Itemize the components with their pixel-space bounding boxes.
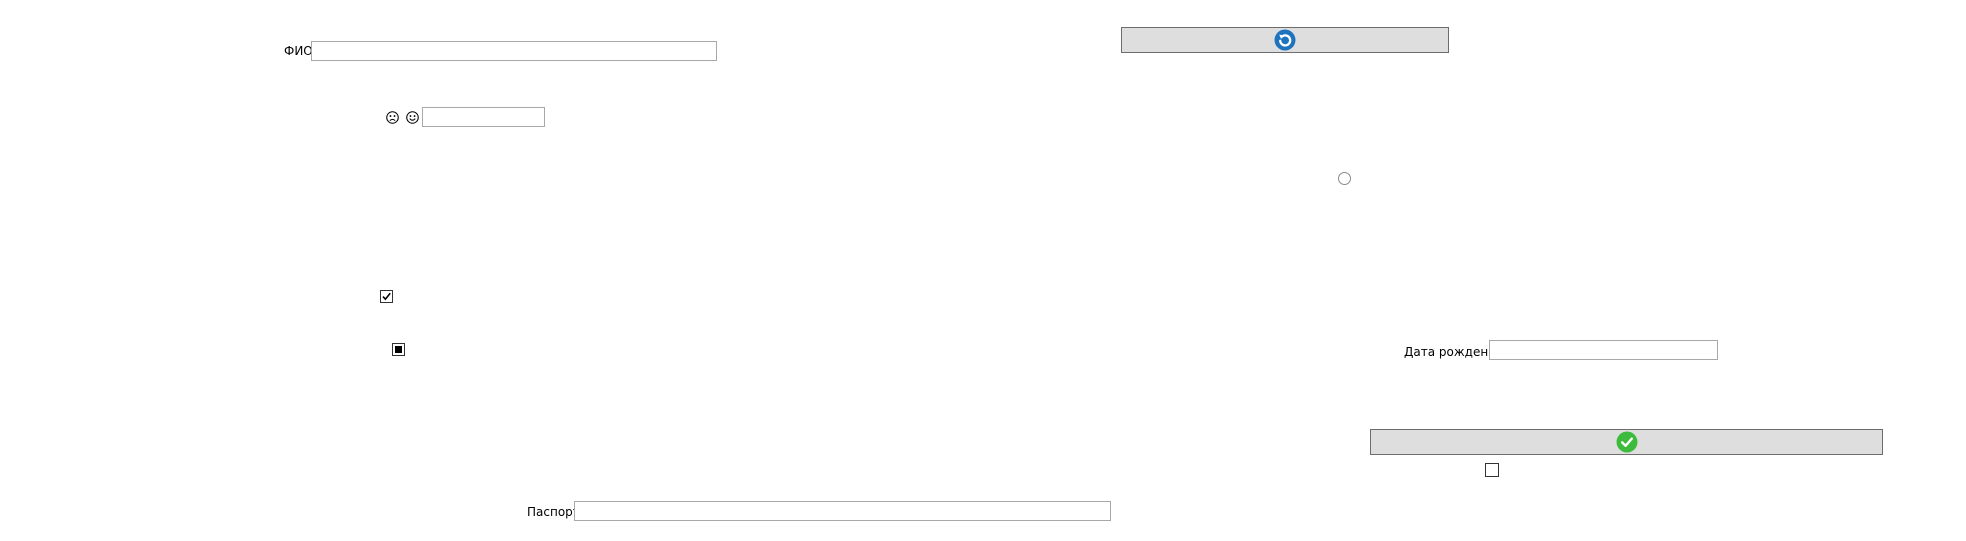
checkbox-indeterminate[interactable] (392, 343, 405, 356)
passport-label: Паспорт (527, 505, 580, 519)
birthdate-field[interactable] (1489, 340, 1718, 360)
fio-label: ФИО (284, 44, 313, 58)
refresh-icon (1274, 29, 1296, 51)
checkmark-icon (382, 292, 391, 301)
refresh-button[interactable] (1121, 27, 1449, 53)
fio-field[interactable] (311, 41, 717, 61)
happy-face-icon (406, 111, 419, 124)
checkbox-unchecked[interactable] (1485, 463, 1499, 477)
sad-face-icon (386, 111, 399, 124)
indeterminate-mark (395, 346, 402, 353)
radio-button[interactable] (1338, 172, 1351, 185)
checkmark-icon (1616, 431, 1637, 453)
checkbox-checked[interactable] (380, 290, 393, 303)
confirm-button[interactable] (1370, 429, 1883, 455)
passport-field[interactable] (574, 501, 1111, 521)
emoji-textbox[interactable] (422, 107, 545, 127)
